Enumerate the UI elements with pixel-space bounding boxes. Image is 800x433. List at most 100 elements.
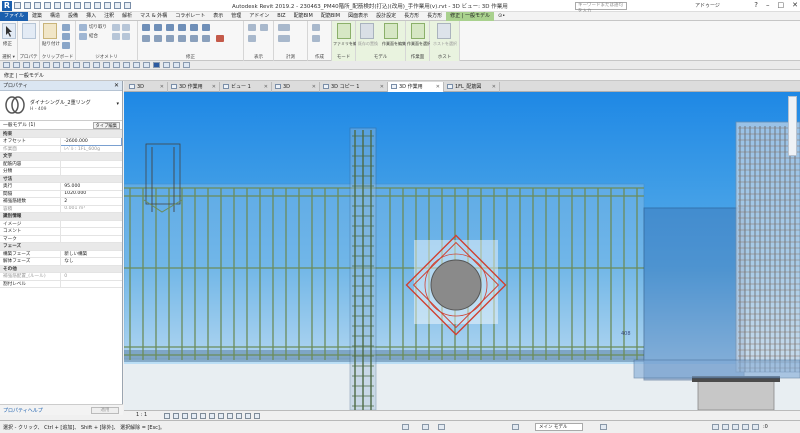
close-tab-icon[interactable]: ✕ bbox=[492, 82, 496, 92]
trim-icon[interactable] bbox=[178, 35, 186, 42]
ribbon-tab[interactable]: 表示 bbox=[209, 12, 227, 21]
property-value[interactable]: 95.000 bbox=[60, 182, 122, 191]
snap-icon[interactable] bbox=[3, 62, 10, 68]
opening-reinforcement-ring[interactable] bbox=[405, 234, 507, 336]
select-pinned-icon[interactable] bbox=[732, 424, 739, 430]
drag-icon[interactable] bbox=[173, 62, 180, 68]
ribbon-tab[interactable]: 配筋BIM bbox=[317, 12, 344, 21]
visual-style-icon[interactable] bbox=[173, 413, 179, 419]
ribbon-tab[interactable]: 構造 bbox=[46, 12, 64, 21]
3d-view-icon[interactable] bbox=[94, 2, 101, 9]
close-icon[interactable]: ✕ bbox=[114, 81, 119, 91]
property-value[interactable]: -2600.000 bbox=[60, 137, 122, 146]
user-account[interactable]: アドゥージ bbox=[695, 2, 720, 9]
save-icon[interactable] bbox=[24, 2, 31, 9]
3d-model-view[interactable]: 408 bbox=[124, 92, 800, 410]
open-icon[interactable] bbox=[14, 2, 21, 9]
ribbon-tab[interactable]: 設備 bbox=[64, 12, 82, 21]
ribbon-tab[interactable]: 修正 | 一般モデル bbox=[446, 11, 494, 21]
copy-icon[interactable] bbox=[62, 33, 70, 40]
move-icon[interactable] bbox=[142, 35, 150, 42]
property-section[interactable]: 文字 bbox=[0, 152, 122, 161]
apply-button[interactable]: 適用 bbox=[91, 407, 119, 414]
cut-icon[interactable] bbox=[62, 24, 70, 31]
selection-filter[interactable]: 一般モデル (1) タイプ編集 bbox=[0, 121, 122, 130]
mirror-axis-icon[interactable] bbox=[166, 24, 174, 31]
property-value[interactable]: 新しい構築 bbox=[60, 250, 122, 258]
measure-icon[interactable] bbox=[74, 2, 81, 9]
section-box-icon[interactable] bbox=[73, 62, 80, 68]
redo-icon[interactable] bbox=[54, 2, 61, 9]
sun-path-icon[interactable] bbox=[182, 413, 188, 419]
rotate-icon[interactable] bbox=[166, 35, 174, 42]
ribbon-tab[interactable]: コラボレート bbox=[171, 12, 209, 21]
ribbon-tab[interactable]: 長方形 bbox=[423, 12, 446, 21]
reference-icon[interactable] bbox=[63, 62, 70, 68]
property-section[interactable]: 識別情報 bbox=[0, 212, 122, 221]
underlay-icon[interactable] bbox=[133, 62, 140, 68]
temp-hide-icon[interactable] bbox=[236, 413, 242, 419]
join-icon[interactable] bbox=[79, 33, 87, 40]
property-section[interactable]: 寸法 bbox=[0, 175, 122, 183]
ribbon-tab[interactable]: 解析 bbox=[118, 12, 136, 21]
override-icon[interactable] bbox=[260, 24, 268, 31]
cope-icon[interactable] bbox=[79, 24, 87, 31]
active-model-select[interactable]: メイン モデル bbox=[535, 423, 583, 431]
view-scale[interactable]: 1 : 1 bbox=[136, 412, 147, 418]
ribbon-tab[interactable]: アドイン bbox=[245, 12, 273, 21]
view-tab[interactable]: 1FL_配筋図 ✕ bbox=[444, 82, 500, 92]
property-section[interactable]: フェーズ bbox=[0, 242, 122, 251]
worksharing-icon[interactable] bbox=[438, 424, 445, 430]
close-tab-icon[interactable]: ✕ bbox=[160, 82, 164, 92]
pick-host-icon[interactable] bbox=[437, 23, 451, 39]
tag-icon[interactable] bbox=[23, 62, 30, 68]
print-icon[interactable] bbox=[64, 2, 71, 9]
property-value[interactable]: 1020.000 bbox=[60, 190, 122, 198]
thin-lines-icon[interactable] bbox=[114, 2, 121, 9]
offset-icon[interactable] bbox=[154, 24, 162, 31]
workset-icon[interactable] bbox=[113, 62, 120, 68]
close-hidden-icon[interactable] bbox=[124, 2, 131, 9]
crop-view-icon[interactable] bbox=[209, 413, 215, 419]
view-tab[interactable]: ビュー 1 ✕ bbox=[220, 82, 272, 92]
link-icon[interactable] bbox=[183, 62, 190, 68]
detail-level-icon[interactable] bbox=[164, 413, 170, 419]
close-tab-icon[interactable]: ✕ bbox=[212, 82, 216, 92]
select-links-icon[interactable] bbox=[712, 424, 719, 430]
links-select-icon[interactable] bbox=[600, 424, 607, 430]
property-value[interactable] bbox=[60, 167, 122, 176]
edit-family-icon[interactable] bbox=[337, 23, 351, 39]
align-icon[interactable] bbox=[142, 24, 150, 31]
select-underlay-icon[interactable] bbox=[722, 424, 729, 430]
paint-icon[interactable] bbox=[112, 33, 120, 40]
hide-icon[interactable] bbox=[248, 24, 256, 31]
view-tab[interactable]: 3D ✕ bbox=[272, 82, 320, 92]
type-selector[interactable]: ダイナシングル_2重リング H - 409 ▾ bbox=[0, 91, 122, 121]
ribbon-tab[interactable]: マス & 外構 bbox=[136, 12, 171, 21]
selection-lock-icon[interactable] bbox=[103, 62, 110, 68]
lineweight-icon[interactable] bbox=[248, 35, 256, 42]
close-button[interactable]: ✕ bbox=[792, 1, 798, 9]
property-value[interactable] bbox=[60, 227, 122, 236]
grid-icon[interactable] bbox=[43, 62, 50, 68]
dimension-icon[interactable] bbox=[278, 35, 290, 42]
reveal-hidden-icon[interactable] bbox=[245, 413, 251, 419]
help-search-input[interactable]: キーワードまたは語句を入力 bbox=[575, 2, 627, 14]
split-face-icon[interactable] bbox=[122, 24, 130, 31]
design-option-icon[interactable] bbox=[123, 62, 130, 68]
view-tab[interactable]: 3D 作業用 ✕ bbox=[168, 82, 220, 92]
close-tab-icon[interactable]: ✕ bbox=[436, 82, 440, 92]
edit-workplane-icon[interactable] bbox=[384, 23, 398, 39]
close-tab-icon[interactable]: ✕ bbox=[312, 82, 316, 92]
ribbon-tab[interactable]: 図面表示 bbox=[344, 12, 372, 21]
ribbon-tab[interactable]: 配筋BIM bbox=[290, 12, 317, 21]
pin-icon[interactable] bbox=[202, 24, 210, 31]
ribbon-tab[interactable]: BIZ bbox=[273, 12, 289, 21]
filter-status-icon[interactable] bbox=[752, 424, 759, 430]
ribbon-tab[interactable]: ファイル bbox=[0, 11, 29, 21]
3d-viewport[interactable]: 408 bbox=[124, 92, 800, 410]
measure-distance-icon[interactable] bbox=[278, 24, 290, 31]
maximize-button[interactable]: □ bbox=[778, 1, 785, 9]
property-value[interactable] bbox=[60, 280, 122, 288]
mirror-line-icon[interactable] bbox=[178, 24, 186, 31]
